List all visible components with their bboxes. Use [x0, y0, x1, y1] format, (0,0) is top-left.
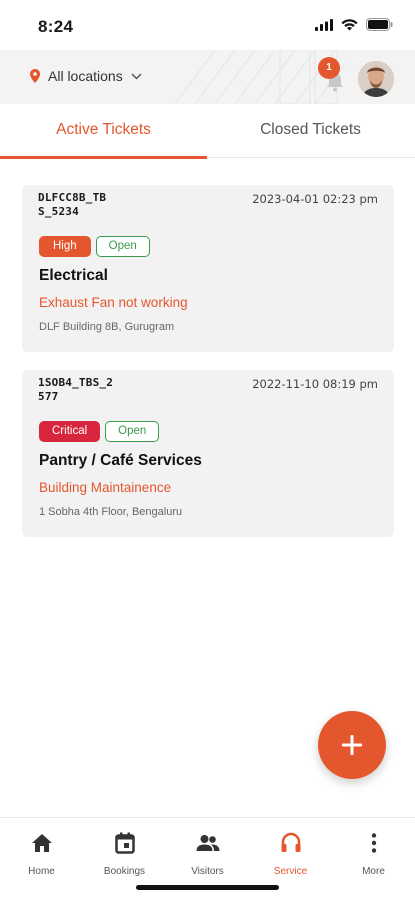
ticket-tabs: Active Tickets Closed Tickets [0, 104, 415, 159]
status-bar: 8:24 [0, 0, 415, 50]
ticket-category: Electrical [39, 267, 108, 284]
nav-label: Service [273, 866, 308, 877]
ticket-date: 2022-11-10 08:19 pm [252, 377, 378, 391]
tab-label: Closed Tickets [260, 121, 361, 138]
plus-icon [342, 735, 362, 755]
tab-closed-tickets[interactable]: Closed Tickets [207, 104, 414, 158]
status-badge: Open [95, 236, 150, 257]
ticket-date: 2023-04-01 02:23 pm [252, 192, 378, 206]
location-selector[interactable]: All locations [30, 68, 142, 84]
ticket-subcategory: Building Maintainence [39, 480, 172, 495]
tab-active-tickets[interactable]: Active Tickets [0, 104, 207, 159]
chevron-down-icon [131, 72, 142, 80]
location-label: All locations [48, 68, 123, 84]
ticket-address: DLF Building 8B, Gurugram [39, 321, 175, 333]
nav-item-home[interactable]: Home [0, 830, 83, 877]
people-icon [196, 835, 219, 851]
ticket-tags: Critical Open [39, 421, 160, 442]
priority-badge: High [39, 236, 91, 257]
nav-item-bookings[interactable]: Bookings [83, 830, 166, 877]
ticket-card[interactable]: 1SOB4_TBS_2 577 2022-11-10 08:19 pm Crit… [22, 370, 394, 537]
status-icons [315, 18, 393, 31]
status-badge: Open [105, 421, 160, 442]
battery-icon [366, 18, 393, 31]
ticket-tags: High Open [39, 236, 150, 257]
notifications-button[interactable]: 1 [316, 57, 356, 97]
notification-badge: 1 [318, 57, 340, 79]
priority-badge: Critical [39, 421, 101, 442]
ticket-category: Pantry / Café Services [39, 452, 202, 469]
home-indicator [136, 885, 279, 890]
nav-label: Home [28, 866, 55, 877]
nav-label: Visitors [191, 866, 224, 877]
app-header: All locations 1 [0, 50, 415, 104]
signal-icon [315, 18, 333, 31]
nav-item-more[interactable]: More [332, 830, 415, 877]
ticket-address: 1 Sobha 4th Floor, Bengaluru [39, 506, 183, 518]
nav-label: More [362, 866, 385, 877]
ticket-subcategory: Exhaust Fan not working [39, 295, 188, 310]
calendar-icon [114, 832, 135, 854]
ticket-id: DLFCC8B_TB S_5234 [38, 191, 107, 218]
home-icon [31, 834, 52, 852]
ticket-card[interactable]: DLFCC8B_TB S_5234 2023-04-01 02:23 pm Hi… [22, 185, 394, 352]
wifi-icon [341, 18, 358, 30]
nav-item-service[interactable]: Service [249, 830, 332, 877]
nav-item-visitors[interactable]: Visitors [166, 830, 249, 877]
status-time: 8:24 [38, 17, 74, 36]
location-pin-icon [30, 69, 40, 83]
avatar[interactable] [358, 61, 394, 97]
add-ticket-button[interactable] [318, 711, 386, 779]
tab-label: Active Tickets [56, 121, 151, 138]
nav-label: Bookings [103, 866, 146, 877]
more-vertical-icon [371, 833, 376, 853]
headphones-icon [281, 832, 300, 852]
ticket-id: 1SOB4_TBS_2 577 [38, 376, 114, 403]
tab-underline [0, 156, 207, 159]
user-photo [358, 61, 394, 97]
